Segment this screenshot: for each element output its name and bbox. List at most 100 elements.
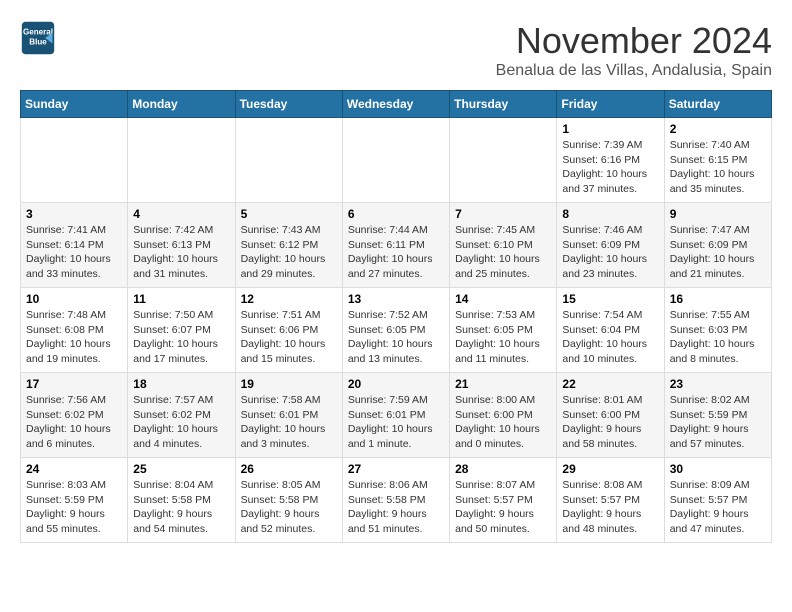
- day-number: 28: [455, 462, 551, 476]
- calendar-cell: 28 Sunrise: 8:07 AMSunset: 5:57 PMDayligh…: [450, 458, 557, 543]
- day-number: 5: [241, 207, 337, 221]
- day-number: 20: [348, 377, 444, 391]
- calendar-cell: 15Sunrise: 7:54 AMSunset: 6:04 PMDayligh…: [557, 288, 664, 373]
- calendar-header-row: SundayMondayTuesdayWednesdayThursdayFrid…: [21, 91, 772, 118]
- day-info: Sunrise: 8:00 AMSunset: 6:00 PMDaylight:…: [455, 393, 551, 452]
- day-number: 1: [562, 122, 658, 136]
- day-number: 3: [26, 207, 122, 221]
- svg-text:General: General: [23, 27, 53, 36]
- day-info: Sunrise: 7:44 AMSunset: 6:11 PMDaylight:…: [348, 223, 444, 282]
- day-info: Sunrise: 7:52 AMSunset: 6:05 PMDaylight:…: [348, 308, 444, 367]
- day-info: Sunrise: 7:58 AMSunset: 6:01 PMDaylight:…: [241, 393, 337, 452]
- day-number: 4: [133, 207, 229, 221]
- header-wednesday: Wednesday: [342, 91, 449, 118]
- day-info: Sunrise: 7:54 AMSunset: 6:04 PMDaylight:…: [562, 308, 658, 367]
- day-number: 21: [455, 377, 551, 391]
- calendar-cell: 10 Sunrise: 7:48 AMSunset: 6:08 PMDayligh…: [21, 288, 128, 373]
- day-number: 27: [348, 462, 444, 476]
- calendar-cell: 5 Sunrise: 7:43 AMSunset: 6:12 PMDaylight…: [235, 203, 342, 288]
- day-info: Sunrise: 8:08 AMSunset: 5:57 PMDaylight:…: [562, 478, 658, 537]
- calendar-cell: 30Sunrise: 8:09 AMSunset: 5:57 PMDayligh…: [664, 458, 771, 543]
- page-subtitle: Benalua de las Villas, Andalusia, Spain: [496, 62, 772, 80]
- day-info: Sunrise: 7:56 AMSunset: 6:02 PMDaylight:…: [26, 393, 122, 452]
- day-info: Sunrise: 7:47 AMSunset: 6:09 PMDaylight:…: [670, 223, 766, 282]
- day-number: 26: [241, 462, 337, 476]
- calendar-cell: 7Sunrise: 7:45 AMSunset: 6:10 PMDaylight…: [450, 203, 557, 288]
- day-info: Sunrise: 7:39 AMSunset: 6:16 PMDaylight:…: [562, 138, 658, 197]
- page-title: November 2024: [496, 20, 772, 62]
- day-number: 18: [133, 377, 229, 391]
- day-number: 25: [133, 462, 229, 476]
- calendar-cell: 18 Sunrise: 7:57 AMSunset: 6:02 PMDayligh…: [128, 373, 235, 458]
- calendar-cell: 13 Sunrise: 7:52 AMSunset: 6:05 PMDayligh…: [342, 288, 449, 373]
- week-row-2: 3 Sunrise: 7:41 AMSunset: 6:14 PMDaylight…: [21, 203, 772, 288]
- calendar-cell: 23 Sunrise: 8:02 AMSunset: 5:59 PMDayligh…: [664, 373, 771, 458]
- header-friday: Friday: [557, 91, 664, 118]
- calendar-cell: 2Sunrise: 7:40 AMSunset: 6:15 PMDaylight…: [664, 118, 771, 203]
- calendar-cell: 3 Sunrise: 7:41 AMSunset: 6:14 PMDaylight…: [21, 203, 128, 288]
- day-number: 10: [26, 292, 122, 306]
- header-saturday: Saturday: [664, 91, 771, 118]
- calendar-cell: 16 Sunrise: 7:55 AMSunset: 6:03 PMDayligh…: [664, 288, 771, 373]
- day-info: Sunrise: 7:42 AMSunset: 6:13 PMDaylight:…: [133, 223, 229, 282]
- calendar-cell: [128, 118, 235, 203]
- day-info: Sunrise: 7:43 AMSunset: 6:12 PMDaylight:…: [241, 223, 337, 282]
- day-info: Sunrise: 8:07 AMSunset: 5:57 PMDaylight:…: [455, 478, 551, 537]
- day-number: 19: [241, 377, 337, 391]
- day-number: 29: [562, 462, 658, 476]
- day-info: Sunrise: 7:50 AMSunset: 6:07 PMDaylight:…: [133, 308, 229, 367]
- day-number: 13: [348, 292, 444, 306]
- header-sunday: Sunday: [21, 91, 128, 118]
- day-number: 22: [562, 377, 658, 391]
- day-number: 8: [562, 207, 658, 221]
- day-info: Sunrise: 8:01 AMSunset: 6:00 PMDaylight:…: [562, 393, 658, 452]
- day-info: Sunrise: 8:06 AMSunset: 5:58 PMDaylight:…: [348, 478, 444, 537]
- calendar-cell: [450, 118, 557, 203]
- calendar-cell: [342, 118, 449, 203]
- calendar-cell: 29 Sunrise: 8:08 AMSunset: 5:57 PMDayligh…: [557, 458, 664, 543]
- calendar-cell: 1 Sunrise: 7:39 AMSunset: 6:16 PMDaylight…: [557, 118, 664, 203]
- calendar-cell: 6Sunrise: 7:44 AMSunset: 6:11 PMDaylight…: [342, 203, 449, 288]
- calendar-cell: 14Sunrise: 7:53 AMSunset: 6:05 PMDayligh…: [450, 288, 557, 373]
- day-info: Sunrise: 7:41 AMSunset: 6:14 PMDaylight:…: [26, 223, 122, 282]
- day-info: Sunrise: 8:03 AMSunset: 5:59 PMDaylight:…: [26, 478, 122, 537]
- day-info: Sunrise: 7:53 AMSunset: 6:05 PMDaylight:…: [455, 308, 551, 367]
- calendar-cell: 11 Sunrise: 7:50 AMSunset: 6:07 PMDayligh…: [128, 288, 235, 373]
- calendar-cell: 26Sunrise: 8:05 AMSunset: 5:58 PMDayligh…: [235, 458, 342, 543]
- day-info: Sunrise: 7:40 AMSunset: 6:15 PMDaylight:…: [670, 138, 766, 197]
- day-number: 12: [241, 292, 337, 306]
- day-info: Sunrise: 8:09 AMSunset: 5:57 PMDaylight:…: [670, 478, 766, 537]
- title-area: November 2024 Benalua de las Villas, And…: [496, 20, 772, 80]
- header-tuesday: Tuesday: [235, 91, 342, 118]
- calendar-cell: [235, 118, 342, 203]
- calendar-cell: [21, 118, 128, 203]
- calendar-cell: 9 Sunrise: 7:47 AMSunset: 6:09 PMDaylight…: [664, 203, 771, 288]
- calendar-cell: 8 Sunrise: 7:46 AMSunset: 6:09 PMDaylight…: [557, 203, 664, 288]
- day-info: Sunrise: 7:45 AMSunset: 6:10 PMDaylight:…: [455, 223, 551, 282]
- calendar-cell: 24 Sunrise: 8:03 AMSunset: 5:59 PMDayligh…: [21, 458, 128, 543]
- day-info: Sunrise: 7:57 AMSunset: 6:02 PMDaylight:…: [133, 393, 229, 452]
- week-row-3: 10 Sunrise: 7:48 AMSunset: 6:08 PMDayligh…: [21, 288, 772, 373]
- week-row-4: 17 Sunrise: 7:56 AMSunset: 6:02 PMDayligh…: [21, 373, 772, 458]
- header-monday: Monday: [128, 91, 235, 118]
- calendar-table: SundayMondayTuesdayWednesdayThursdayFrid…: [20, 90, 772, 543]
- calendar-cell: 25Sunrise: 8:04 AMSunset: 5:58 PMDayligh…: [128, 458, 235, 543]
- day-number: 23: [670, 377, 766, 391]
- calendar-cell: 12Sunrise: 7:51 AMSunset: 6:06 PMDayligh…: [235, 288, 342, 373]
- logo: General Blue: [20, 20, 56, 56]
- calendar-cell: 27 Sunrise: 8:06 AMSunset: 5:58 PMDayligh…: [342, 458, 449, 543]
- day-number: 16: [670, 292, 766, 306]
- calendar-cell: 22 Sunrise: 8:01 AMSunset: 6:00 PMDayligh…: [557, 373, 664, 458]
- day-info: Sunrise: 7:48 AMSunset: 6:08 PMDaylight:…: [26, 308, 122, 367]
- calendar-cell: 17 Sunrise: 7:56 AMSunset: 6:02 PMDayligh…: [21, 373, 128, 458]
- day-number: 9: [670, 207, 766, 221]
- day-info: Sunrise: 7:46 AMSunset: 6:09 PMDaylight:…: [562, 223, 658, 282]
- day-number: 24: [26, 462, 122, 476]
- day-info: Sunrise: 8:02 AMSunset: 5:59 PMDaylight:…: [670, 393, 766, 452]
- week-row-5: 24 Sunrise: 8:03 AMSunset: 5:59 PMDayligh…: [21, 458, 772, 543]
- logo-icon: General Blue: [20, 20, 56, 56]
- calendar-cell: 20Sunrise: 7:59 AMSunset: 6:01 PMDayligh…: [342, 373, 449, 458]
- day-number: 11: [133, 292, 229, 306]
- day-number: 17: [26, 377, 122, 391]
- day-info: Sunrise: 7:55 AMSunset: 6:03 PMDaylight:…: [670, 308, 766, 367]
